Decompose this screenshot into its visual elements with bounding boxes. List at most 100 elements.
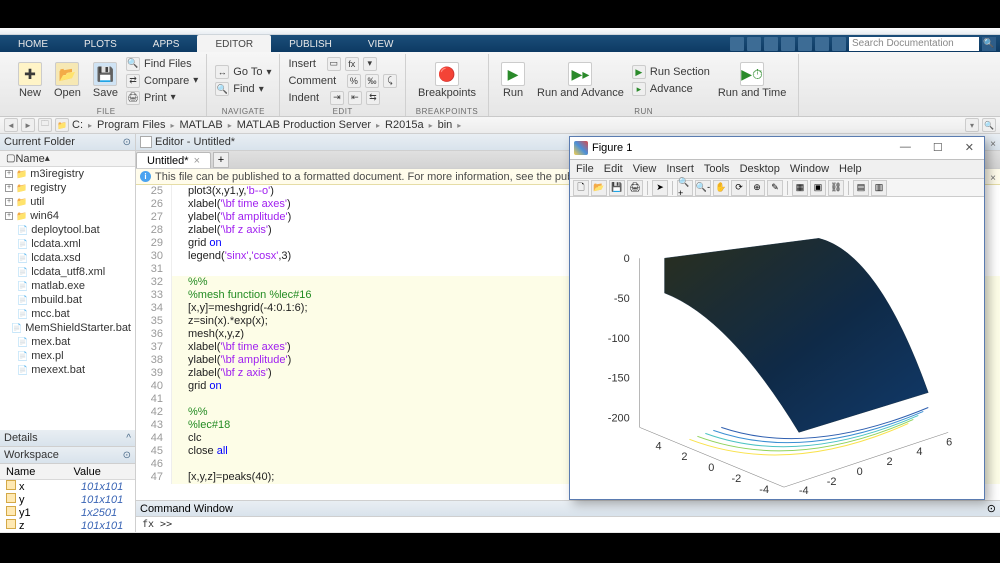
link-icon[interactable]: ⛓ [828,180,844,196]
crumb-segment[interactable]: MATLAB Production Server [237,119,371,131]
compare-button[interactable]: ⇄Compare ▾ [124,73,200,89]
print-button[interactable]: 🖨Print ▾ [124,90,200,106]
new-tab-button[interactable]: + [213,152,229,168]
colorbar-icon[interactable]: ▦ [792,180,808,196]
breakpoints-button[interactable]: 🔴Breakpoints [412,54,482,107]
run-time-button[interactable]: ▶⏱Run and Time [712,54,792,107]
breadcrumb-dropdown-icon[interactable]: ▾ [965,118,979,132]
folder-item[interactable]: MemShieldStarter.bat [0,321,135,335]
figure-menu-insert[interactable]: Insert [666,163,694,175]
crumb-segment[interactable]: R2015a [385,119,424,131]
new-figure-icon[interactable]: 🗋 [573,180,589,196]
figure-menu-desktop[interactable]: Desktop [740,163,780,175]
folder-item[interactable]: lcdata.xsd [0,251,135,265]
ws-variable[interactable]: y11x2501 [0,506,135,519]
layout-icon[interactable]: ▥ [871,180,887,196]
figure-menu-help[interactable]: Help [839,163,862,175]
pointer-icon[interactable]: ➤ [652,180,668,196]
datacursor-icon[interactable]: ⊕ [749,180,765,196]
find-button[interactable]: 🔍Find ▾ [213,81,273,97]
folder-item[interactable]: lcdata_utf8.xml [0,265,135,279]
folder-item[interactable]: +win64 [0,209,135,223]
ribbon-tab-plots[interactable]: PLOTS [66,35,135,52]
folder-item[interactable]: deploytool.bat [0,223,135,237]
search-icon[interactable]: 🔍 [982,118,996,132]
open-button[interactable]: 📂Open [48,54,87,107]
figure-menu-view[interactable]: View [633,163,657,175]
folder-item[interactable]: +util [0,195,135,209]
close-tab-icon[interactable]: × [194,155,200,167]
figure-menu-window[interactable]: Window [790,163,829,175]
layout-icon[interactable]: ▤ [853,180,869,196]
crumb-segment[interactable]: Program Files [97,119,165,131]
figure-titlebar[interactable]: Figure 1 — ☐ ✕ [570,137,984,160]
print-icon[interactable]: 🖨 [627,180,643,196]
ribbon-tab-editor[interactable]: EDITOR [197,35,271,52]
goto-button[interactable]: ↔Go To ▾ [213,64,273,80]
pane-menu-icon[interactable]: ⊙ [987,502,996,515]
qat-icon[interactable] [730,37,744,51]
pane-menu-icon[interactable]: ⊙ [123,450,131,461]
indent-button[interactable]: Indent ⇥⇤⇆ [286,90,398,106]
pan-icon[interactable]: ✋ [713,180,729,196]
pane-menu-icon[interactable]: ⊙ [123,137,131,148]
nav-fwd-icon[interactable]: ► [21,118,35,132]
nav-folder-icon[interactable]: 📁 [55,118,69,132]
zoom-out-icon[interactable]: 🔍- [695,180,711,196]
ribbon-tab-publish[interactable]: PUBLISH [271,35,350,52]
search-icon[interactable]: 🔍 [982,37,996,51]
file-tab[interactable]: Untitled*× [136,152,211,168]
figure-menu-edit[interactable]: Edit [604,163,623,175]
crumb-segment[interactable]: C: [72,119,83,131]
minimize-icon[interactable]: — [894,141,917,154]
crumb-segment[interactable]: MATLAB [180,119,223,131]
axes-3d[interactable]: 0 -50 -100 -150 -200 -4-20 246 -4-20 24 [570,197,984,499]
run-advance-button[interactable]: ▶▸Run and Advance [531,54,630,107]
run-section-button[interactable]: ▶Run Section [630,64,712,80]
run-button[interactable]: ▶Run [495,54,531,107]
name-column-header[interactable]: ▢ Name ▴ [0,151,135,167]
figure-menu-tools[interactable]: Tools [704,163,730,175]
ws-variable[interactable]: y101x101 [0,493,135,506]
open-icon[interactable]: 📂 [591,180,607,196]
ws-col-value[interactable]: Value [68,464,136,479]
qat-icon[interactable] [764,37,778,51]
save-icon[interactable]: 💾 [609,180,625,196]
folder-item[interactable]: matlab.exe [0,279,135,293]
qat-icon[interactable] [815,37,829,51]
nav-up-icon[interactable]: 🗀 [38,118,52,132]
ws-variable[interactable]: x101x101 [0,480,135,493]
brush-icon[interactable]: ✎ [767,180,783,196]
ws-variable[interactable]: z101x101 [0,519,135,532]
banner-close-icon[interactable]: × [987,172,999,184]
ribbon-tab-home[interactable]: HOME [0,35,66,52]
zoom-in-icon[interactable]: 🔍+ [677,180,693,196]
figure-window[interactable]: Figure 1 — ☐ ✕ FileEditViewInsertToolsDe… [569,136,985,500]
folder-tree[interactable]: +m3iregistry+registry+util+win64deployto… [0,167,135,430]
folder-item[interactable]: mex.bat [0,335,135,349]
crumb-segment[interactable]: bin [438,119,453,131]
folder-item[interactable]: mex.pl [0,349,135,363]
rotate3d-icon[interactable]: ⟳ [731,180,747,196]
dock-close-icon[interactable]: × [987,138,999,150]
folder-item[interactable]: mcc.bat [0,307,135,321]
folder-item[interactable]: +registry [0,181,135,195]
legend-icon[interactable]: ▣ [810,180,826,196]
help-icon[interactable] [832,37,846,51]
qat-icon[interactable] [781,37,795,51]
ws-col-name[interactable]: Name [0,464,68,479]
folder-item[interactable]: mexext.bat [0,363,135,377]
ribbon-tab-apps[interactable]: APPS [135,35,198,52]
maximize-icon[interactable]: ☐ [927,141,949,154]
folder-item[interactable]: lcdata.xml [0,237,135,251]
advance-button[interactable]: ▸Advance [630,81,712,97]
folder-item[interactable]: +m3iregistry [0,167,135,181]
ribbon-tab-view[interactable]: VIEW [350,35,412,52]
search-doc-input[interactable]: Search Documentation [849,37,979,51]
insert-button[interactable]: Insert ▭fx▾ [286,56,398,72]
close-icon[interactable]: ✕ [959,141,980,154]
comment-button[interactable]: Comment %‰⤹ [286,73,398,89]
find-files-button[interactable]: 🔍Find Files [124,56,200,72]
nav-back-icon[interactable]: ◄ [4,118,18,132]
command-window[interactable]: fx >> [136,517,1000,532]
